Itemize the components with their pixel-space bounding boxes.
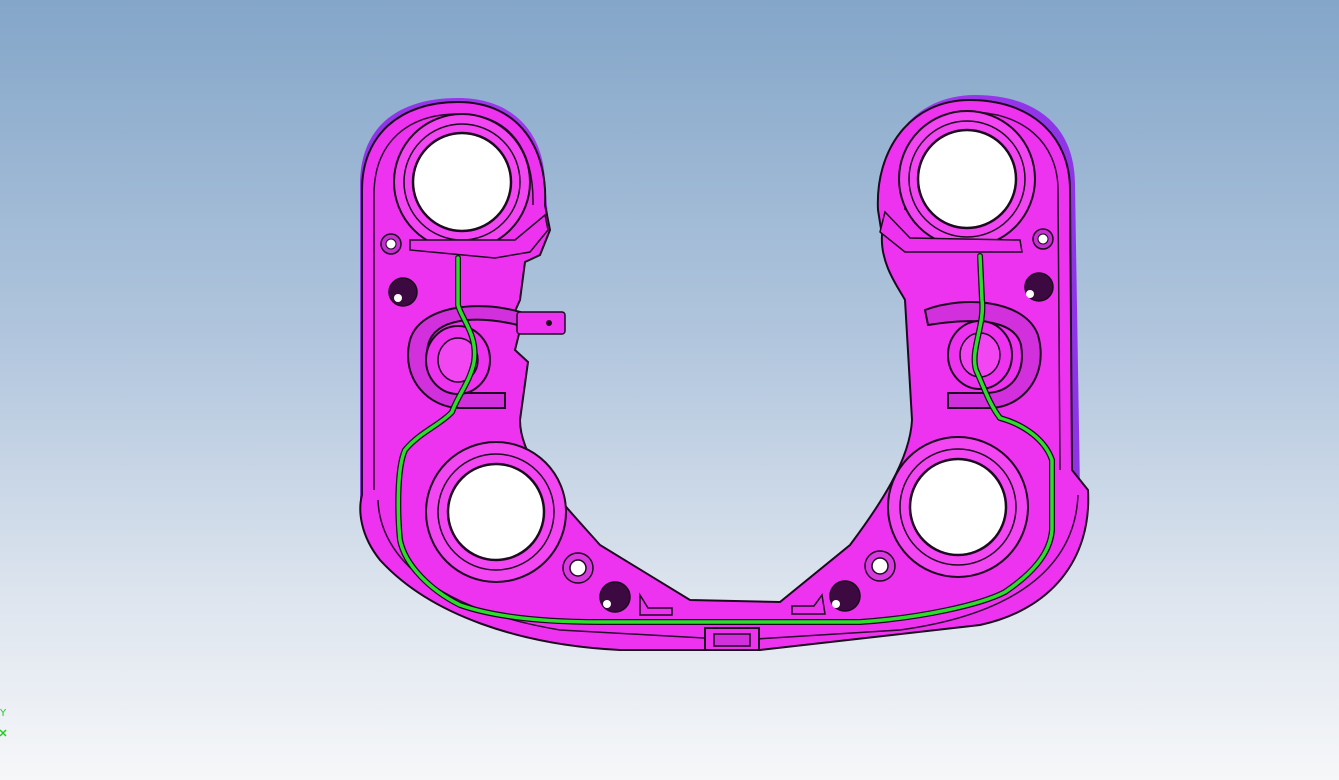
mount-hole-bottom-left[interactable] — [425, 441, 567, 583]
screw-hole-bottom-left[interactable] — [562, 552, 594, 584]
screw-hole-right-upper[interactable] — [1032, 228, 1054, 250]
cad-viewport[interactable]: Y — [0, 0, 1339, 780]
mount-hole-bottom-right[interactable] — [887, 436, 1029, 578]
screw-hole-bottom-right[interactable] — [864, 550, 896, 582]
pocket-right-upper — [1024, 272, 1054, 302]
triad-y-label: Y — [0, 708, 7, 719]
coordinate-triad[interactable]: Y — [0, 700, 40, 750]
screw-hole-left-upper[interactable] — [380, 233, 402, 255]
cad-model-view[interactable] — [0, 0, 1339, 780]
snap-latch-bottom[interactable] — [704, 627, 760, 651]
pocket-bottom-right — [829, 580, 861, 612]
pocket-left-upper — [388, 277, 418, 307]
pocket-bottom-left — [599, 581, 631, 613]
